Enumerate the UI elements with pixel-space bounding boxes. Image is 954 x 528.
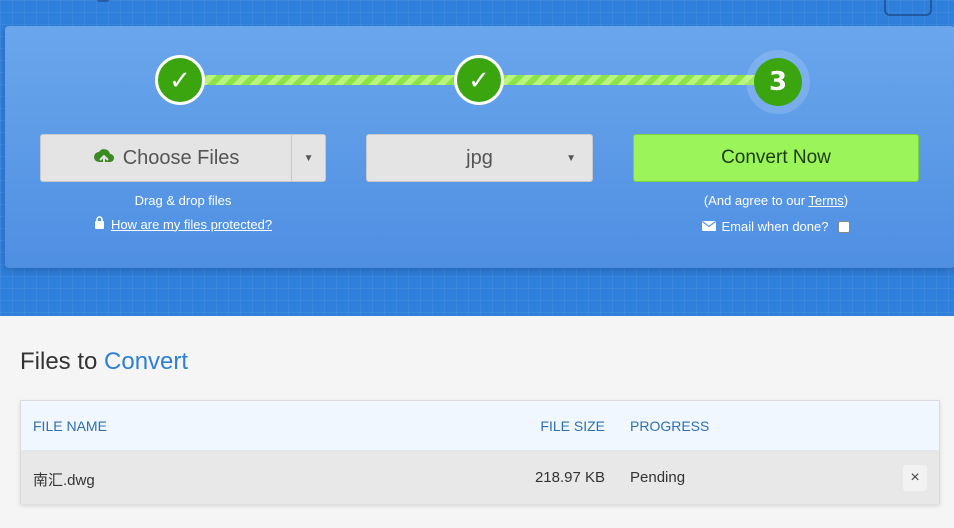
column-header-progress: PROGRESS	[630, 418, 710, 434]
close-icon: ×	[910, 469, 920, 486]
column-header-file-size: FILE SIZE	[540, 418, 605, 434]
files-protected-link[interactable]: How are my files protected?	[111, 217, 272, 232]
decorative-icon	[96, 0, 110, 2]
terms-agreement: (And agree to our Terms)	[633, 193, 919, 208]
choose-files-label: Choose Files	[122, 146, 240, 169]
files-protected-row: How are my files protected?	[40, 216, 326, 232]
decorative-icon	[884, 0, 932, 16]
email-label: Email when done?	[721, 219, 829, 234]
step-3-label: 3	[768, 67, 788, 97]
column-header-file-name: FILE NAME	[33, 418, 107, 434]
caret-down-icon: ▼	[303, 152, 314, 164]
agree-prefix: (And agree to our	[703, 193, 809, 208]
files-title-accent: Convert	[104, 348, 189, 375]
cloud-upload-icon	[93, 148, 115, 168]
progress-cell: Pending	[630, 469, 686, 486]
step-2-complete-icon: ✓	[454, 55, 504, 105]
table-row: 南汇.dwg 218.97 KB Pending ×	[21, 451, 939, 504]
file-name-cell: 南汇.dwg	[33, 472, 95, 489]
step-1-complete-icon: ✓	[155, 55, 205, 105]
choose-files-dropdown[interactable]: ▼	[291, 135, 325, 181]
format-selected-value: jpg	[466, 146, 493, 169]
envelope-icon	[701, 219, 716, 234]
checkmark-icon: ✓	[169, 64, 191, 95]
agree-suffix: )	[843, 193, 849, 208]
convert-now-button[interactable]: Convert Now	[633, 134, 919, 182]
email-when-done-row: Email when done?	[633, 219, 919, 234]
convert-now-label: Convert Now	[721, 147, 831, 168]
file-size-cell: 218.97 KB	[534, 469, 605, 486]
choose-files-button[interactable]: Choose Files ▼	[40, 134, 326, 182]
terms-link[interactable]: Terms	[808, 193, 843, 208]
choose-files-main[interactable]: Choose Files	[41, 135, 291, 181]
checkmark-icon: ✓	[468, 64, 490, 95]
hero-section: ✓ ✓ 3 Choose Files ▼ jpg ▼ Convert Now D…	[0, 0, 954, 316]
caret-down-icon: ▼	[566, 153, 576, 164]
format-select[interactable]: jpg ▼	[366, 134, 593, 182]
files-title-prefix: Files to	[20, 348, 98, 375]
email-checkbox[interactable]	[838, 220, 851, 233]
step-3-indicator: 3	[754, 58, 802, 106]
table-header: FILE NAME FILE SIZE PROGRESS	[21, 401, 939, 451]
progress-track-1	[200, 75, 458, 85]
lock-icon	[94, 216, 105, 232]
remove-file-button[interactable]: ×	[903, 465, 927, 491]
progress-track-2	[500, 75, 762, 85]
drag-drop-hint: Drag & drop files	[134, 193, 232, 208]
files-section-title: Files to Convert	[20, 348, 188, 376]
files-table: FILE NAME FILE SIZE PROGRESS 南汇.dwg 218.…	[20, 400, 940, 504]
